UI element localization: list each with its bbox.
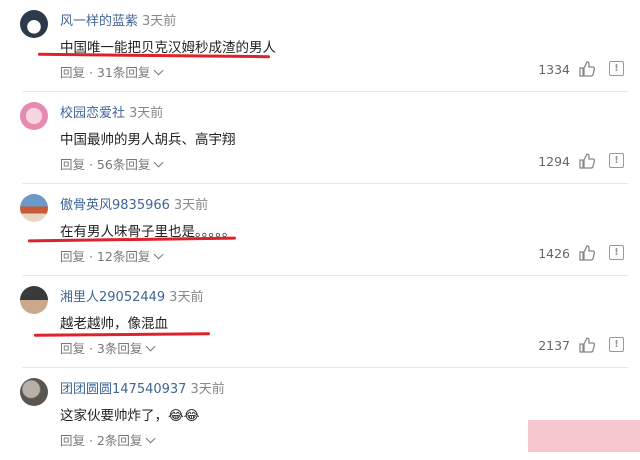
comment-item: 傲骨英风9835966 3天前 在有男人味骨子里也是。。。。。 回复 · 12条回… bbox=[0, 184, 640, 276]
avatar[interactable] bbox=[20, 102, 48, 130]
comment-time: 3天前 bbox=[173, 198, 209, 213]
comment-time: 3天前 bbox=[129, 106, 164, 121]
like-count: 2137 bbox=[538, 338, 570, 353]
reply-button[interactable]: 回复 · 2条回复 bbox=[60, 430, 156, 449]
chevron-down-icon bbox=[153, 249, 164, 260]
report-icon[interactable]: ! bbox=[609, 337, 624, 352]
comment-item: 风一样的蓝紫 3天前 中国唯一能把贝克汉姆秒成渣的男人 回复 · 31条回复 13… bbox=[0, 0, 640, 92]
like-count: 1294 bbox=[538, 154, 570, 169]
avatar[interactable] bbox=[20, 286, 48, 314]
comment-username[interactable]: 团团圆圆147540937 3天前 bbox=[60, 378, 225, 397]
username-text[interactable]: 湘里人29052449 bbox=[60, 290, 165, 305]
username-text[interactable]: 校园恋爱社 bbox=[60, 106, 125, 121]
thumbs-up-icon[interactable] bbox=[578, 60, 596, 78]
chevron-down-icon bbox=[145, 433, 156, 444]
username-text[interactable]: 傲骨英风9835966 bbox=[60, 198, 170, 213]
thumbs-up-icon[interactable] bbox=[578, 244, 596, 262]
thumbs-up-icon[interactable] bbox=[578, 336, 596, 354]
chevron-down-icon bbox=[145, 341, 156, 352]
avatar[interactable] bbox=[20, 10, 48, 38]
pink-overlay-block bbox=[528, 420, 640, 452]
avatar[interactable] bbox=[20, 194, 48, 222]
reply-label: 回复 · 31条回复 bbox=[60, 65, 151, 80]
like-count: 1426 bbox=[538, 246, 570, 261]
red-underline-annotation bbox=[33, 332, 211, 337]
reply-label: 回复 · 2条回复 bbox=[60, 433, 143, 448]
report-icon[interactable]: ! bbox=[609, 245, 624, 260]
comment-username[interactable]: 傲骨英风9835966 3天前 bbox=[60, 194, 208, 213]
reply-button[interactable]: 回复 · 56条回复 bbox=[60, 154, 164, 173]
comment-username[interactable]: 风一样的蓝紫 3天前 bbox=[60, 10, 176, 29]
username-text[interactable]: 团团圆圆147540937 bbox=[60, 382, 186, 397]
reply-label: 回复 · 12条回复 bbox=[60, 249, 151, 264]
chevron-down-icon bbox=[153, 65, 164, 76]
comment-text: 这家伙要帅炸了，😂😂 bbox=[60, 408, 200, 424]
comment-time: 3天前 bbox=[190, 382, 225, 397]
avatar[interactable] bbox=[20, 378, 48, 406]
report-icon[interactable]: ! bbox=[609, 61, 624, 76]
reply-button[interactable]: 回复 · 3条回复 bbox=[60, 338, 156, 357]
comment-text: 中国最帅的男人胡兵、高宇翔 bbox=[60, 132, 236, 148]
reply-label: 回复 · 3条回复 bbox=[60, 341, 143, 356]
comment-text: 越老越帅，像混血 bbox=[60, 316, 168, 332]
report-icon[interactable]: ! bbox=[609, 153, 624, 168]
reply-button[interactable]: 回复 · 12条回复 bbox=[60, 246, 164, 265]
comment-time: 3天前 bbox=[142, 14, 177, 29]
comment-item: 湘里人29052449 3天前 越老越帅，像混血 回复 · 3条回复 2137 ! bbox=[0, 276, 640, 368]
thumbs-up-icon[interactable] bbox=[578, 152, 596, 170]
reply-button[interactable]: 回复 · 31条回复 bbox=[60, 62, 164, 81]
comment-username[interactable]: 湘里人29052449 3天前 bbox=[60, 286, 203, 305]
username-text[interactable]: 风一样的蓝紫 bbox=[60, 14, 138, 29]
chevron-down-icon bbox=[153, 157, 164, 168]
like-count: 1334 bbox=[538, 62, 570, 77]
comment-username[interactable]: 校园恋爱社 3天前 bbox=[60, 102, 163, 121]
comment-time: 3天前 bbox=[169, 290, 204, 305]
reply-label: 回复 · 56条回复 bbox=[60, 157, 151, 172]
comment-item: 校园恋爱社 3天前 中国最帅的男人胡兵、高宇翔 回复 · 56条回复 1294 ! bbox=[0, 92, 640, 184]
